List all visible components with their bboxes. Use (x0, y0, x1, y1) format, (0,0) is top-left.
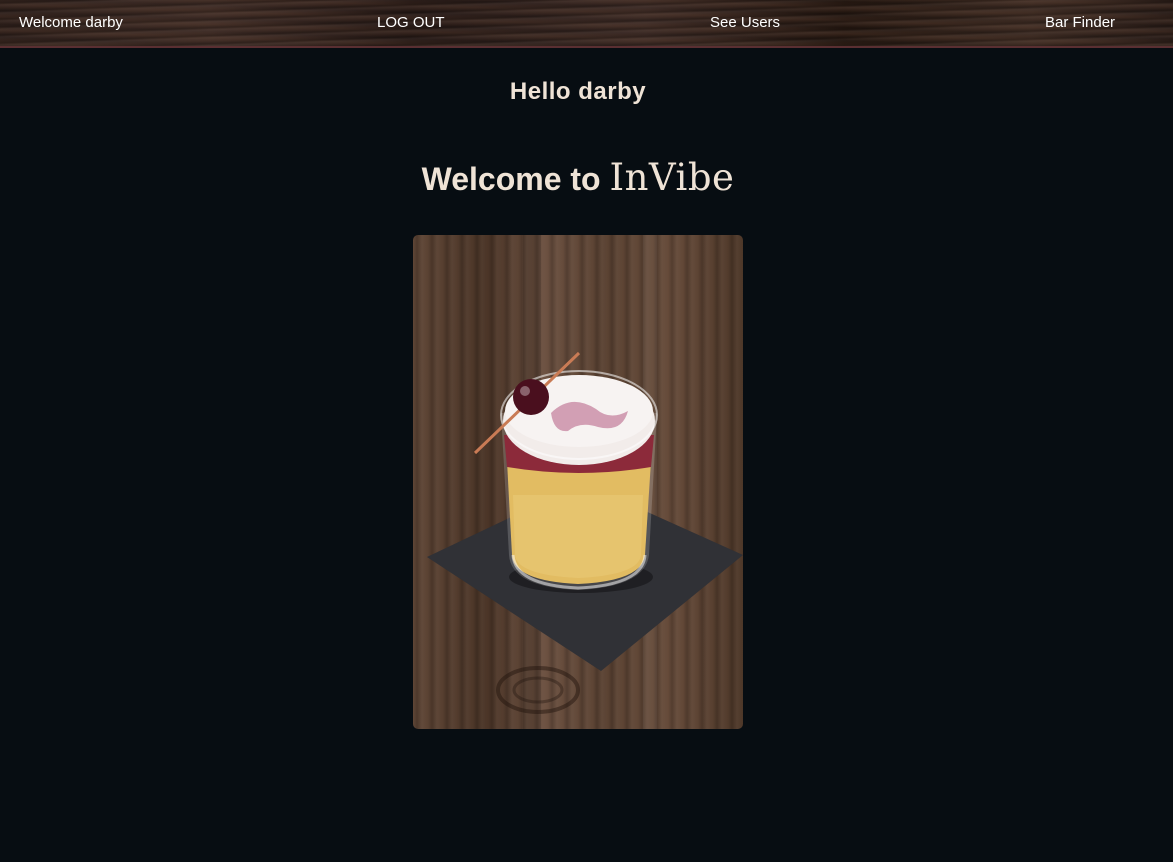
brand-name: InVibe (609, 156, 735, 199)
hello-greeting: Hello darby (509, 78, 647, 105)
cocktail-photo (413, 235, 743, 729)
top-navbar: Welcome darby LOG OUT See Users Bar Find… (0, 0, 1173, 48)
welcome-prefix: Welcome to (421, 161, 610, 197)
cocktail-illustration (427, 235, 743, 729)
nav-welcome-link[interactable]: Welcome darby (19, 0, 123, 46)
nav-logout-link[interactable]: LOG OUT (377, 0, 445, 46)
nav-bar-finder-link[interactable]: Bar Finder (1045, 0, 1115, 46)
nav-see-users-link[interactable]: See Users (710, 0, 780, 46)
welcome-heading: Welcome to InVibe (0, 156, 1156, 199)
